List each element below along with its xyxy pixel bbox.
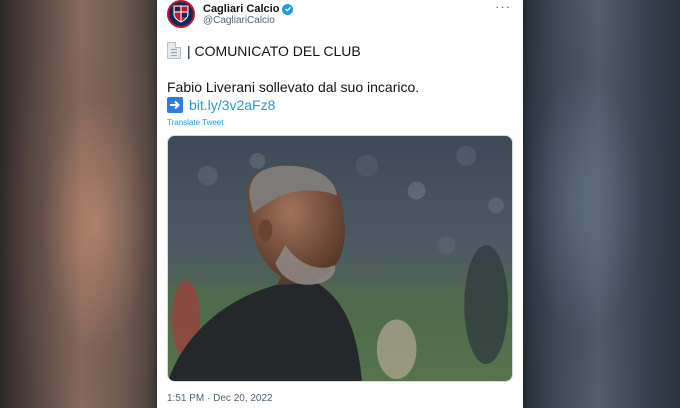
verified-badge-icon [282, 3, 294, 15]
tweet-card: Cagliari Calcio @CagliariCalcio ··· | CO… [157, 0, 523, 408]
more-options-button[interactable]: ··· [495, 0, 511, 14]
avatar[interactable] [167, 0, 195, 28]
club-crest-icon [173, 5, 189, 23]
author-name[interactable]: Cagliari Calcio [203, 3, 294, 15]
right-arrow-icon [167, 97, 183, 113]
tweet-link[interactable]: bit.ly/3v2aFz8 [189, 97, 275, 113]
translate-tweet-link[interactable]: Translate Tweet [167, 118, 223, 127]
tweet-link-row: bit.ly/3v2aFz8 [167, 97, 275, 113]
tweet-body: Fabio Liverani sollevato dal suo incaric… [167, 79, 420, 95]
tweet-headline: | COMUNICATO DEL CLUB [187, 42, 361, 59]
coach-portrait-image [168, 136, 512, 381]
backdrop-right-blur [520, 0, 680, 408]
tweet-headline-row: | COMUNICATO DEL CLUB [167, 42, 361, 59]
tweet-timestamp[interactable]: 1:51 PM · Dec 20, 2022 [167, 393, 273, 404]
tweet-photo[interactable] [167, 135, 513, 382]
backdrop-left-blur [0, 0, 160, 408]
author-handle[interactable]: @CagliariCalcio [203, 15, 275, 26]
document-icon [167, 42, 181, 59]
author-name-text: Cagliari Calcio [203, 3, 280, 15]
